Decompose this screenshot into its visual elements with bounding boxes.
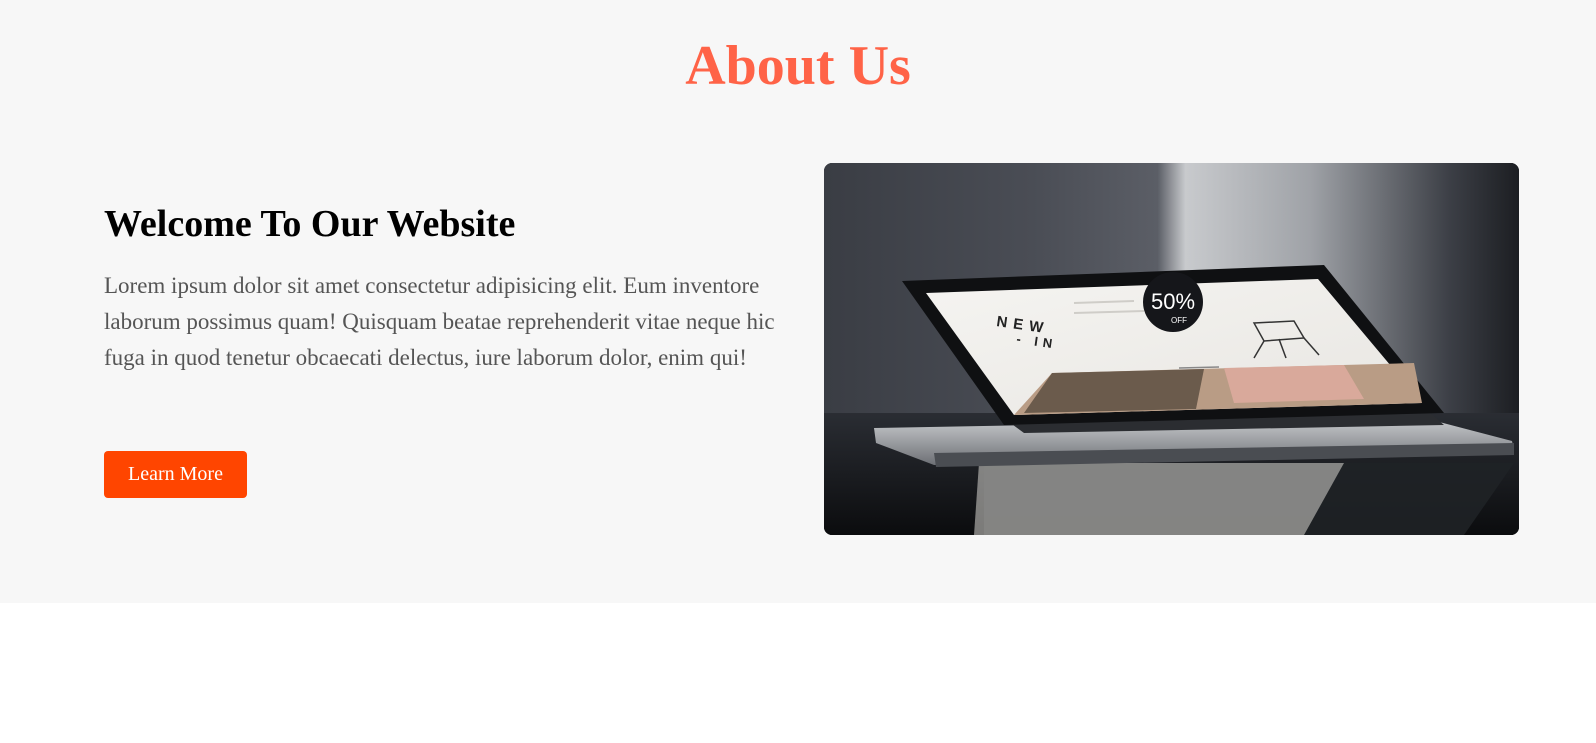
welcome-heading: Welcome To Our Website <box>104 203 516 245</box>
laptop-photo: 50% OFF NEW - IN <box>824 163 1519 535</box>
about-section: About Us Welcome To Our Website Lorem ip… <box>0 0 1596 603</box>
learn-more-button[interactable]: Learn More <box>104 451 247 498</box>
section-title: About Us <box>685 35 911 97</box>
about-paragraph: Lorem ipsum dolor sit amet consectetur a… <box>104 273 775 370</box>
badge-sub-text: OFF <box>1171 316 1187 325</box>
about-text-block: Welcome To Our Website Lorem ipsum dolor… <box>104 200 794 376</box>
badge-text: 50% <box>1151 289 1195 314</box>
